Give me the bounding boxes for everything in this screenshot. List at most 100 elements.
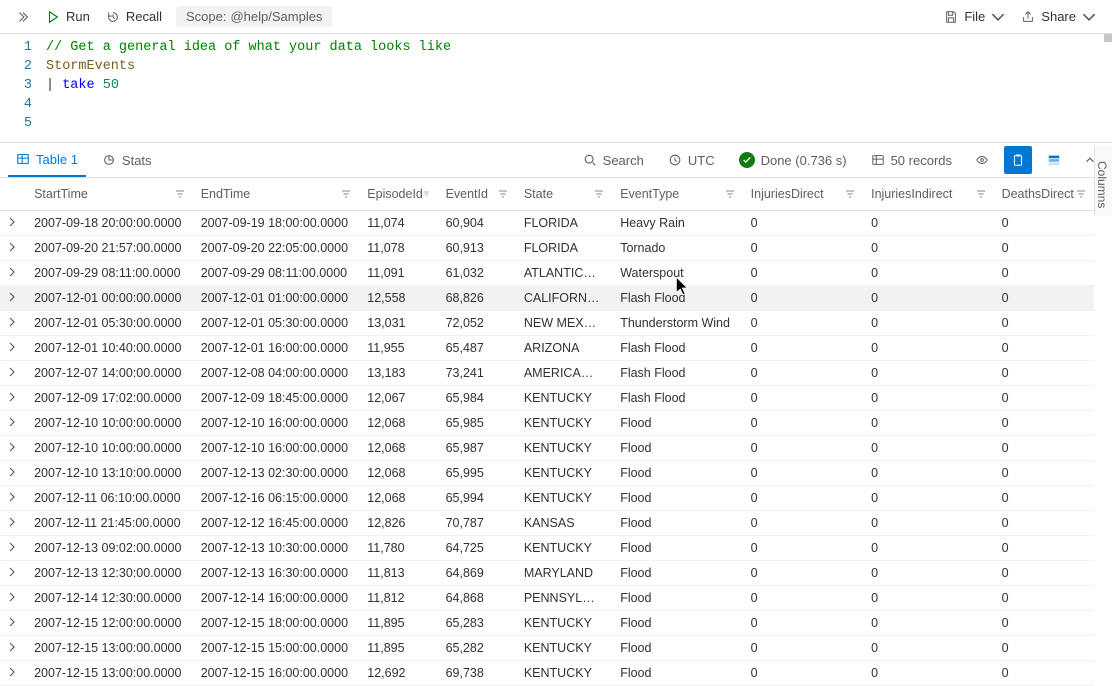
cell-episodeid: 11,091 <box>359 260 437 285</box>
table-row[interactable]: 2007-12-10 13:10:00.00002007-12-13 02:30… <box>0 460 1094 485</box>
row-expand-toggle[interactable] <box>0 535 26 560</box>
search-button[interactable]: Search <box>575 153 652 168</box>
column-header-injuriesindirect[interactable]: InjuriesIndirect <box>863 178 993 210</box>
row-expand-toggle[interactable] <box>0 285 26 310</box>
table-row[interactable]: 2007-12-09 17:02:00.00002007-12-09 18:45… <box>0 385 1094 410</box>
cell-eventtype: Waterspout <box>612 260 742 285</box>
share-menu[interactable]: Share <box>1013 5 1104 28</box>
run-button[interactable]: Run <box>38 5 98 28</box>
scope-label: Scope: <box>186 9 226 24</box>
row-expand-toggle[interactable] <box>0 435 26 460</box>
table-row[interactable]: 2007-12-15 13:00:00.00002007-12-15 15:00… <box>0 635 1094 660</box>
row-expand-toggle[interactable] <box>0 585 26 610</box>
row-expand-toggle[interactable] <box>0 335 26 360</box>
cell-episodeid: 12,068 <box>359 485 437 510</box>
cell-endtime: 2007-12-16 06:15:00.0000 <box>193 485 360 510</box>
column-header-endtime[interactable]: EndTime <box>193 178 360 210</box>
grid-header-row: StartTimeEndTimeEpisodeIdEventIdStateEve… <box>0 178 1094 210</box>
cell-endtime: 2007-12-13 16:30:00.0000 <box>193 560 360 585</box>
table-row[interactable]: 2007-12-15 13:00:00.00002007-12-15 16:00… <box>0 660 1094 685</box>
cell-endtime: 2007-12-15 15:00:00.0000 <box>193 635 360 660</box>
expand-panel-button[interactable] <box>8 6 38 28</box>
cell-episodeid: 12,558 <box>359 285 437 310</box>
column-header-starttime[interactable]: StartTime <box>26 178 193 210</box>
record-count-text: 50 records <box>891 153 952 168</box>
query-editor[interactable]: 12345 // Get a general idea of what your… <box>0 34 1112 142</box>
table-row[interactable]: 2007-09-29 08:11:00.00002007-09-29 08:11… <box>0 260 1094 285</box>
cell-endtime: 2007-12-08 04:00:00.0000 <box>193 360 360 385</box>
row-expand-toggle[interactable] <box>0 310 26 335</box>
table-row[interactable]: 2007-12-11 06:10:00.00002007-12-16 06:15… <box>0 485 1094 510</box>
query-toolbar: Run Recall Scope: @help/Samples File Sha… <box>0 0 1112 34</box>
table-row[interactable]: 2007-12-01 10:40:00.00002007-12-01 16:00… <box>0 335 1094 360</box>
row-expand-toggle[interactable] <box>0 360 26 385</box>
column-header-deathsdirect[interactable]: DeathsDirect <box>994 178 1094 210</box>
cell-deathsdirect: 0 <box>994 660 1094 685</box>
hide-empty-columns-button[interactable] <box>968 146 996 174</box>
cell-starttime: 2007-12-01 00:00:00.0000 <box>26 285 193 310</box>
cell-episodeid: 12,068 <box>359 435 437 460</box>
row-expand-toggle[interactable] <box>0 410 26 435</box>
table-row[interactable]: 2007-12-11 21:45:00.00002007-12-12 16:45… <box>0 510 1094 535</box>
editor-code[interactable]: // Get a general idea of what your data … <box>46 38 1112 136</box>
column-header-injuriesdirect[interactable]: InjuriesDirect <box>743 178 863 210</box>
cell-state: CALIFORN… <box>516 285 612 310</box>
cell-injuriesdirect: 0 <box>743 360 863 385</box>
column-header-episodeid[interactable]: EpisodeId <box>359 178 437 210</box>
row-expand-toggle[interactable] <box>0 660 26 685</box>
cell-state: PENNSYL… <box>516 585 612 610</box>
table-row[interactable]: 2007-12-13 09:02:00.00002007-12-13 10:30… <box>0 535 1094 560</box>
table-row[interactable]: 2007-09-20 21:57:00.00002007-09-20 22:05… <box>0 235 1094 260</box>
clipboard-icon <box>1011 153 1025 167</box>
cell-eventid: 69,738 <box>438 660 516 685</box>
columns-panel-toggle[interactable]: Columns <box>1094 146 1112 216</box>
cell-eventid: 64,869 <box>438 560 516 585</box>
table-row[interactable]: 2007-12-07 14:00:00.00002007-12-08 04:00… <box>0 360 1094 385</box>
tab-table[interactable]: Table 1 <box>8 143 86 177</box>
row-expand-toggle[interactable] <box>0 560 26 585</box>
color-bars-icon <box>1047 153 1061 167</box>
table-row[interactable]: 2007-12-14 12:30:00.00002007-12-14 16:00… <box>0 585 1094 610</box>
row-expand-toggle[interactable] <box>0 635 26 660</box>
copy-button[interactable] <box>1004 146 1032 174</box>
row-expand-toggle[interactable] <box>0 385 26 410</box>
cell-deathsdirect: 0 <box>994 560 1094 585</box>
color-by-value-button[interactable] <box>1040 146 1068 174</box>
scope-selector[interactable]: Scope: @help/Samples <box>176 6 332 27</box>
cell-injuriesindirect: 0 <box>863 310 993 335</box>
table-row[interactable]: 2007-12-01 00:00:00.00002007-12-01 01:00… <box>0 285 1094 310</box>
recall-button[interactable]: Recall <box>98 5 170 28</box>
tab-table-label: Table 1 <box>36 152 78 167</box>
tab-stats[interactable]: Stats <box>94 143 160 177</box>
scope-value: @help/Samples <box>230 9 322 24</box>
cell-starttime: 2007-12-10 13:10:00.0000 <box>26 460 193 485</box>
cell-starttime: 2007-09-18 20:00:00.0000 <box>26 210 193 235</box>
table-row[interactable]: 2007-12-10 10:00:00.00002007-12-10 16:00… <box>0 435 1094 460</box>
file-menu[interactable]: File <box>936 5 1013 28</box>
column-header-eventid[interactable]: EventId <box>438 178 516 210</box>
row-expand-toggle[interactable] <box>0 510 26 535</box>
table-row[interactable]: 2007-12-01 05:30:00.00002007-12-01 05:30… <box>0 310 1094 335</box>
table-row[interactable]: 2007-12-15 12:00:00.00002007-12-15 18:00… <box>0 610 1094 635</box>
minimap-thumb[interactable] <box>1104 34 1112 42</box>
timezone-selector[interactable]: UTC <box>660 153 723 168</box>
row-expand-toggle[interactable] <box>0 210 26 235</box>
row-expand-toggle[interactable] <box>0 460 26 485</box>
row-expand-toggle[interactable] <box>0 260 26 285</box>
cell-eventid: 65,985 <box>438 410 516 435</box>
cell-state: KENTUCKY <box>516 660 612 685</box>
column-header-eventtype[interactable]: EventType <box>612 178 742 210</box>
row-expand-toggle[interactable] <box>0 485 26 510</box>
row-expand-toggle[interactable] <box>0 610 26 635</box>
cell-injuriesindirect: 0 <box>863 460 993 485</box>
cell-deathsdirect: 0 <box>994 485 1094 510</box>
table-row[interactable]: 2007-09-18 20:00:00.00002007-09-19 18:00… <box>0 210 1094 235</box>
cell-state: KANSAS <box>516 510 612 535</box>
column-header-state[interactable]: State <box>516 178 612 210</box>
column-header-label: InjuriesIndirect <box>871 187 952 201</box>
table-row[interactable]: 2007-12-10 10:00:00.00002007-12-10 16:00… <box>0 410 1094 435</box>
row-expand-toggle[interactable] <box>0 235 26 260</box>
cell-episodeid: 12,068 <box>359 460 437 485</box>
table-row[interactable]: 2007-12-13 12:30:00.00002007-12-13 16:30… <box>0 560 1094 585</box>
results-grid-wrap[interactable]: StartTimeEndTimeEpisodeIdEventIdStateEve… <box>0 178 1112 686</box>
